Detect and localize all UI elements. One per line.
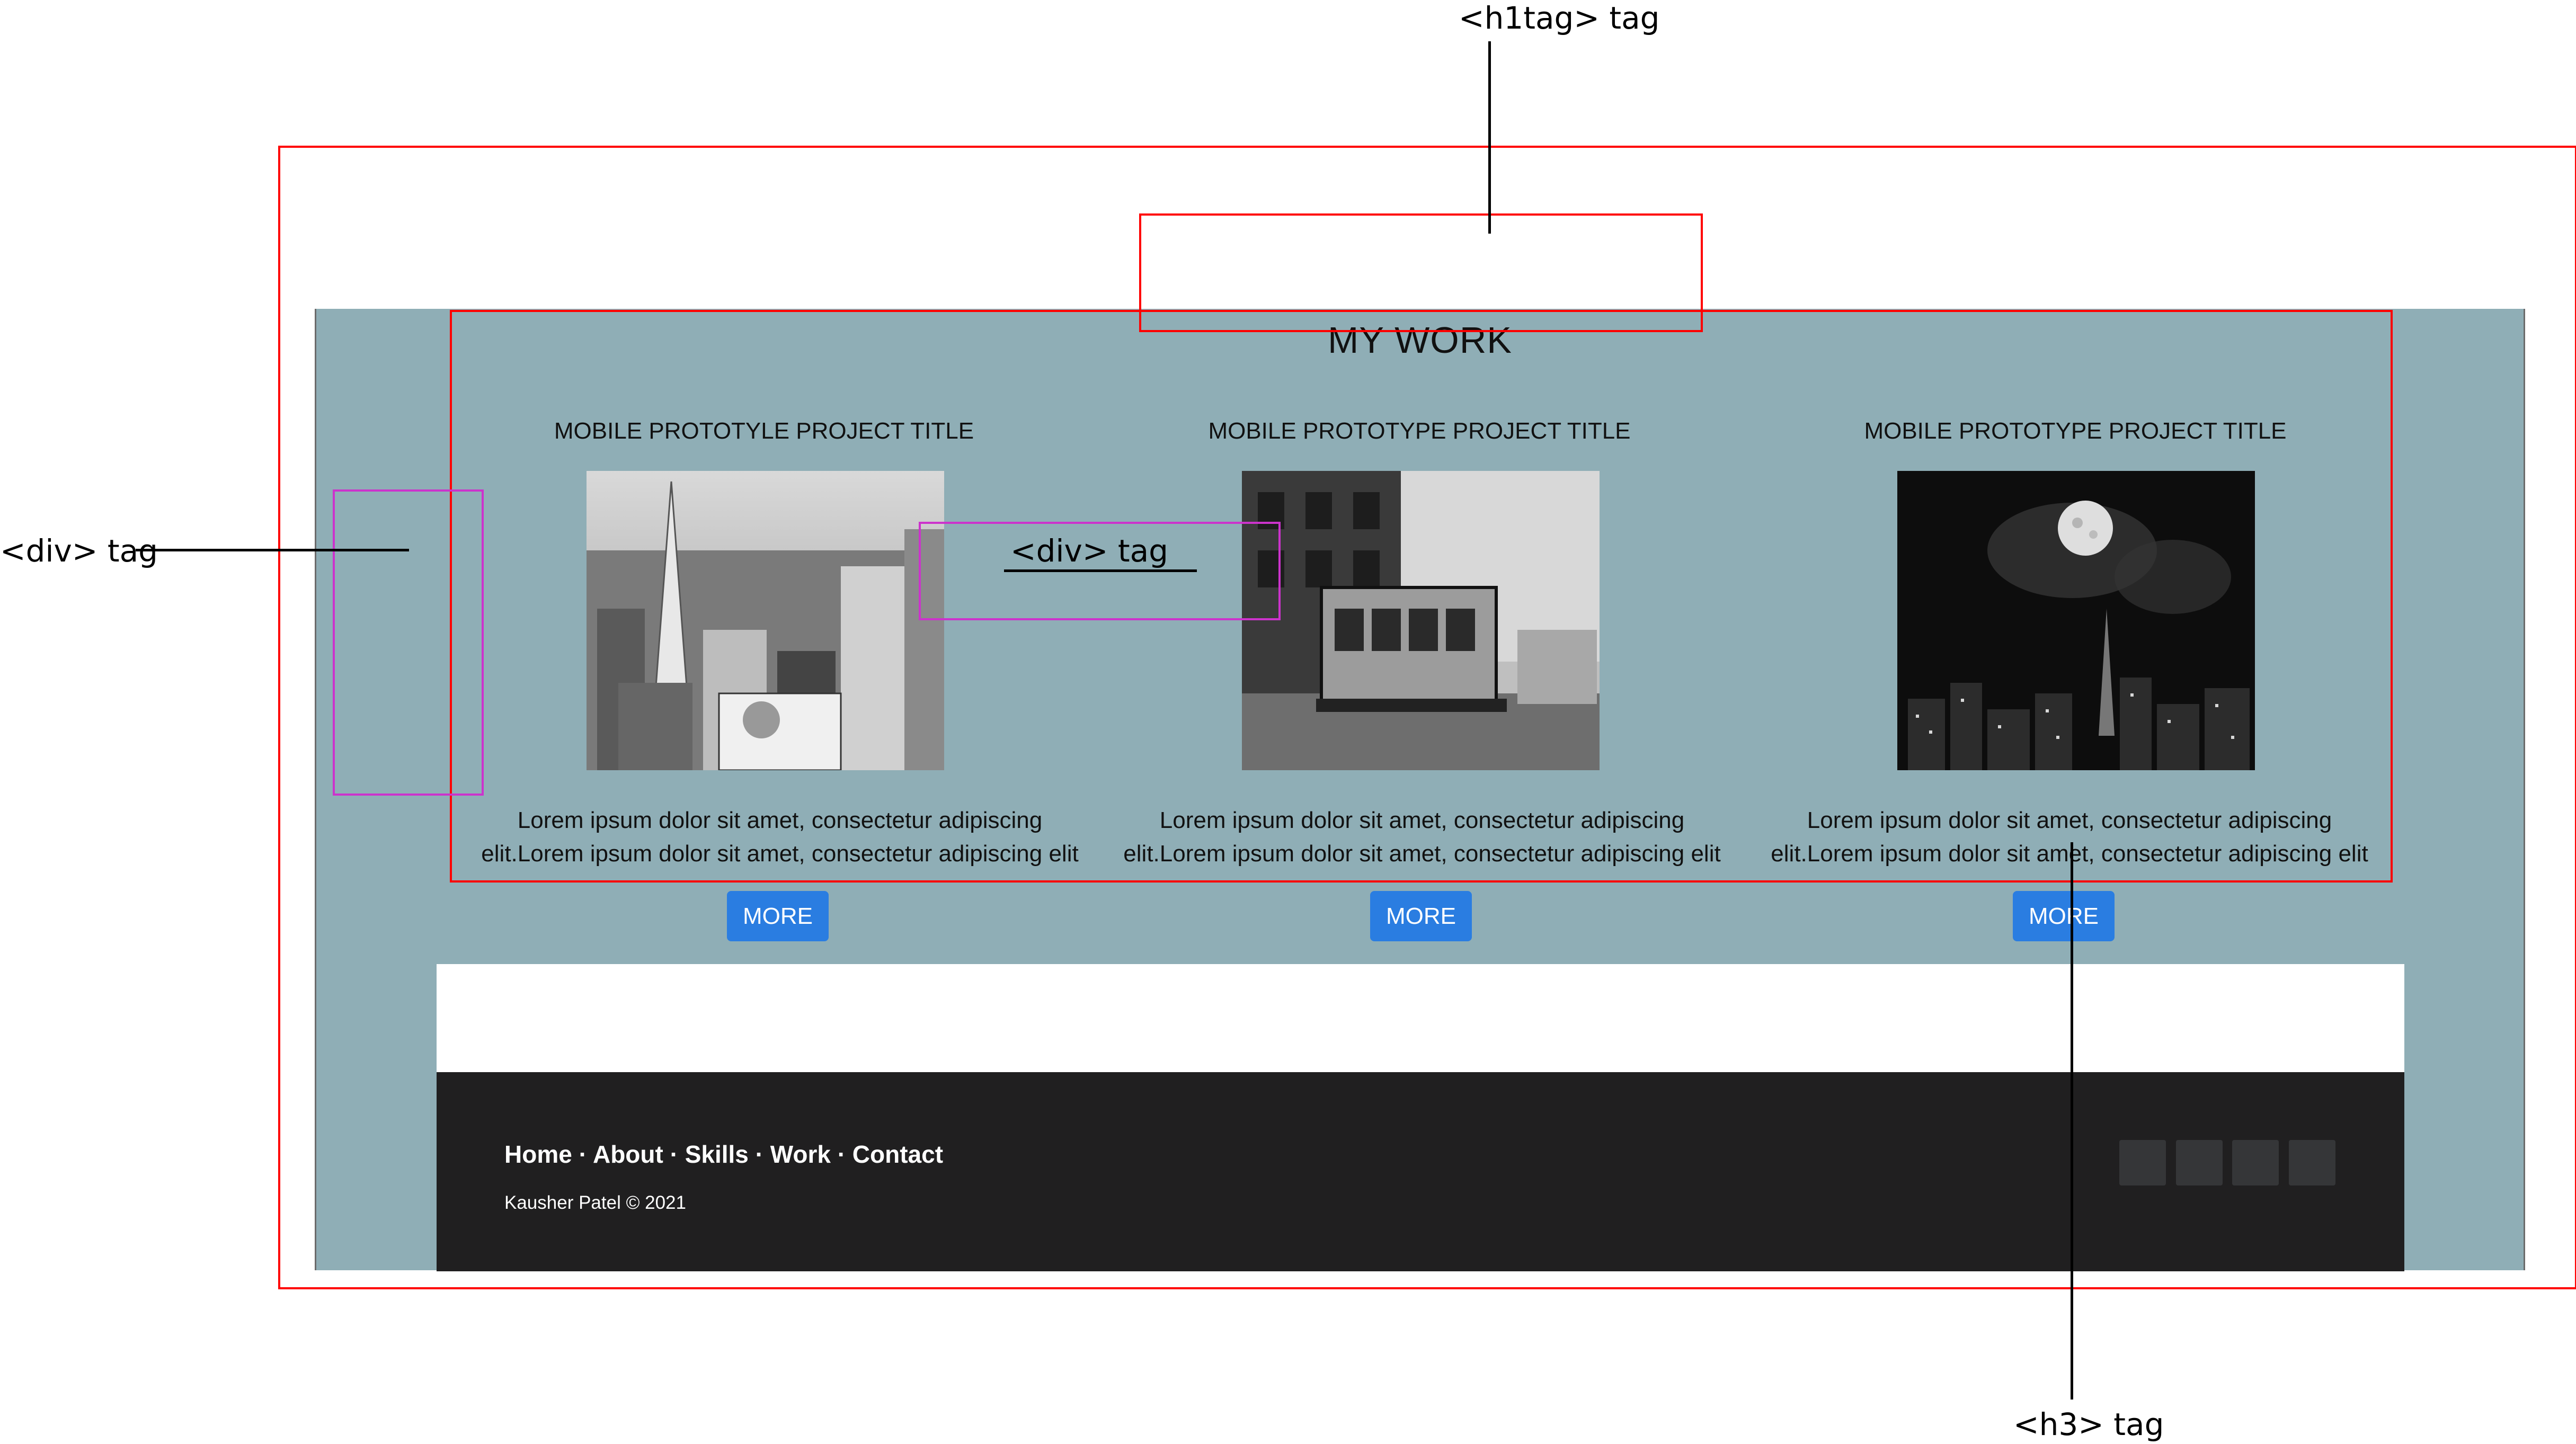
div-tag-label-inner: <div> tag (1010, 533, 1168, 569)
div-pointer-line-left (136, 549, 409, 551)
h1-annotation-box (1139, 213, 1703, 332)
h3-tag-label: <h3> tag (2013, 1406, 2164, 1442)
section-annotation-box (450, 310, 2393, 883)
h3-pointer-line (2071, 842, 2073, 1400)
div-pointer-line-inner (1004, 569, 1197, 572)
h1-tag-label: <h1tag> tag (1459, 0, 1660, 36)
div-tag-label-left: <div> tag (0, 533, 158, 569)
h1-pointer-line (1488, 41, 1491, 234)
div-annotation-box-left (333, 489, 484, 796)
